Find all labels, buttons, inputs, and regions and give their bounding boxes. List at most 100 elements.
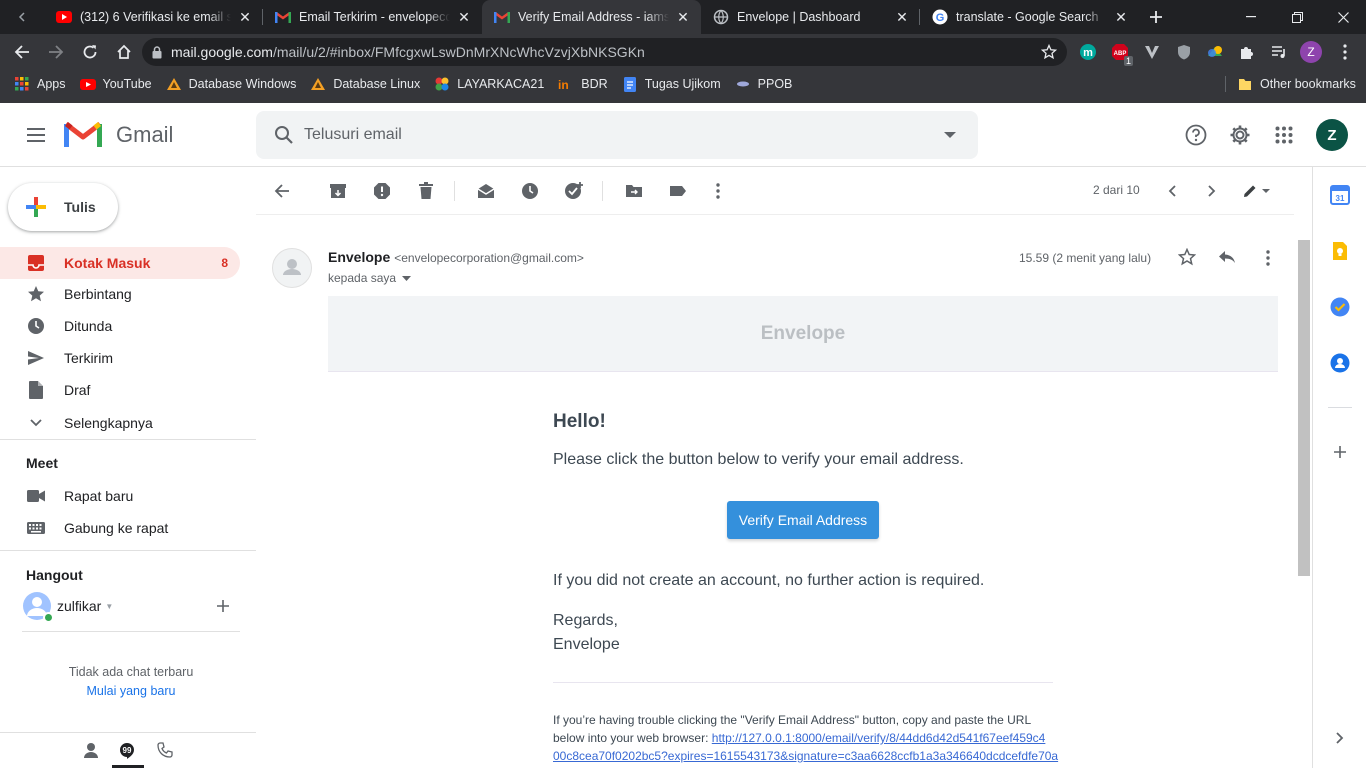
verify-url-link-cont[interactable]: 00c8cea70f0202bc5?expires=1615543173&sig… bbox=[553, 749, 1058, 763]
archive-icon[interactable] bbox=[326, 179, 350, 203]
adblock-icon[interactable]: ABP 1 bbox=[1109, 41, 1133, 66]
gmail-logo[interactable]: Gmail bbox=[64, 120, 173, 149]
bookmark-database-windows[interactable]: Database Windows bbox=[166, 76, 297, 92]
browser-tab[interactable]: (312) 6 Verifikasi ke email sen ✕ bbox=[44, 0, 263, 34]
browser-tab[interactable]: Envelope | Dashboard ✕ bbox=[701, 0, 920, 34]
browser-tab-active[interactable]: Verify Email Address - iamszlf ✕ bbox=[482, 0, 701, 34]
meet-new-meeting[interactable]: Rapat baru bbox=[0, 480, 240, 512]
bookmark-tugas-ujikom[interactable]: Tugas Ujikom bbox=[622, 76, 721, 92]
contacts-person-icon[interactable] bbox=[83, 742, 99, 758]
forward-button[interactable] bbox=[40, 36, 72, 68]
svg-text:31: 31 bbox=[1336, 194, 1345, 203]
other-bookmarks[interactable]: Other bookmarks bbox=[1237, 76, 1356, 92]
verify-url-link[interactable]: http://127.0.0.1:8000/email/verify/8/44d… bbox=[712, 731, 1046, 745]
account-avatar[interactable]: Z bbox=[1312, 115, 1352, 155]
tasks-icon[interactable] bbox=[1329, 296, 1351, 318]
message-more-icon[interactable] bbox=[1266, 250, 1270, 266]
sidebar-item-sent[interactable]: Terkirim bbox=[0, 342, 240, 374]
close-window-button[interactable] bbox=[1320, 0, 1366, 34]
label-tag-icon[interactable] bbox=[666, 179, 690, 203]
get-addons-plus-icon[interactable] bbox=[1329, 441, 1351, 463]
verify-email-button[interactable]: Verify Email Address bbox=[727, 501, 879, 539]
reload-button[interactable] bbox=[74, 36, 106, 68]
recipient-line[interactable]: kepada saya bbox=[328, 271, 412, 285]
back-to-inbox-icon[interactable] bbox=[270, 179, 294, 203]
browser-tab[interactable]: Email Terkirim - envelopecorp ✕ bbox=[263, 0, 482, 34]
hangout-user[interactable]: zulfikar ▼ bbox=[22, 591, 113, 623]
move-to-icon[interactable] bbox=[622, 179, 646, 203]
bookmark-database-linux[interactable]: Database Linux bbox=[310, 76, 420, 92]
compose-button[interactable]: Tulis bbox=[8, 183, 118, 231]
close-icon[interactable]: ✕ bbox=[675, 9, 691, 25]
minimize-button[interactable] bbox=[1228, 0, 1274, 34]
mark-unread-icon[interactable] bbox=[474, 179, 498, 203]
media-queue-icon[interactable] bbox=[1268, 41, 1290, 63]
colorful-extension-icon[interactable] bbox=[1204, 41, 1226, 63]
more-vert-icon[interactable] bbox=[706, 179, 730, 203]
report-spam-icon[interactable] bbox=[370, 179, 394, 203]
back-button[interactable] bbox=[6, 36, 38, 68]
compose-label: Tulis bbox=[64, 199, 96, 215]
sidebar-item-inbox[interactable]: Kotak Masuk 8 bbox=[0, 247, 240, 279]
scrollbar-thumb[interactable] bbox=[1298, 240, 1310, 576]
home-button[interactable] bbox=[108, 36, 140, 68]
profile-avatar[interactable]: Z bbox=[1300, 41, 1322, 63]
bookmark-ppob[interactable]: PPOB bbox=[735, 76, 792, 92]
delete-trash-icon[interactable] bbox=[414, 179, 438, 203]
close-icon[interactable]: ✕ bbox=[1113, 9, 1129, 25]
browser-menu-icon[interactable] bbox=[1334, 41, 1356, 63]
bookmark-youtube[interactable]: YouTube bbox=[79, 76, 152, 92]
shield-icon[interactable] bbox=[1173, 41, 1195, 63]
start-new-chat-link[interactable]: Mulai yang baru bbox=[0, 684, 262, 698]
help-icon[interactable] bbox=[1176, 115, 1216, 155]
main-menu-icon[interactable] bbox=[16, 115, 56, 155]
close-icon[interactable]: ✕ bbox=[237, 9, 253, 25]
extension-m-icon[interactable]: m bbox=[1077, 41, 1099, 63]
sender-name[interactable]: Envelope bbox=[328, 249, 390, 265]
vimium-icon[interactable] bbox=[1141, 41, 1163, 63]
input-tools-pencil-icon[interactable] bbox=[1238, 179, 1274, 203]
browser-tab[interactable]: G translate - Google Search ✕ bbox=[920, 0, 1139, 34]
calendar-icon[interactable]: 31 bbox=[1329, 184, 1351, 206]
bookmark-layarkaca21[interactable]: LAYARKACA21 bbox=[434, 76, 544, 92]
search-bar[interactable] bbox=[256, 111, 978, 159]
keep-icon[interactable] bbox=[1329, 240, 1351, 262]
message-time: 15.59 (2 menit yang lalu) bbox=[1019, 251, 1152, 265]
add-task-icon[interactable] bbox=[562, 179, 586, 203]
hide-panel-chevron-icon[interactable] bbox=[1329, 727, 1351, 749]
settings-gear-icon[interactable] bbox=[1220, 115, 1260, 155]
sidebar-item-starred[interactable]: Berbintang bbox=[0, 278, 240, 310]
close-icon[interactable]: ✕ bbox=[894, 9, 910, 25]
caret-down-icon[interactable] bbox=[402, 275, 412, 281]
caret-down-icon[interactable]: ▼ bbox=[105, 602, 113, 611]
search-options-icon[interactable] bbox=[944, 131, 956, 139]
phone-icon[interactable] bbox=[157, 742, 173, 758]
search-input[interactable] bbox=[304, 126, 904, 144]
email-brand-title[interactable]: Envelope bbox=[761, 323, 845, 345]
sidebar-item-snoozed[interactable]: Ditunda bbox=[0, 310, 240, 342]
contacts-icon[interactable] bbox=[1329, 352, 1351, 374]
extensions-puzzle-icon[interactable] bbox=[1236, 41, 1258, 63]
google-apps-icon[interactable] bbox=[1264, 115, 1304, 155]
sidebar-item-more[interactable]: Selengkapnya bbox=[0, 407, 240, 439]
tab-search-icon[interactable] bbox=[0, 0, 44, 34]
globe-icon bbox=[713, 9, 729, 25]
bookmark-apps[interactable]: Apps bbox=[14, 76, 66, 92]
search-icon[interactable] bbox=[274, 125, 294, 145]
restore-button[interactable] bbox=[1274, 0, 1320, 34]
new-chat-plus-icon[interactable] bbox=[216, 599, 230, 613]
bookmark-star-icon[interactable] bbox=[1041, 44, 1057, 60]
new-tab-button[interactable] bbox=[1139, 0, 1173, 34]
snooze-clock-icon[interactable] bbox=[518, 179, 542, 203]
hangouts-chat-icon[interactable]: 99 bbox=[119, 742, 135, 760]
newer-chevron-left-icon[interactable] bbox=[1160, 179, 1184, 203]
reply-icon[interactable] bbox=[1218, 250, 1236, 264]
close-icon[interactable]: ✕ bbox=[456, 9, 472, 25]
bookmark-bdr[interactable]: in BDR bbox=[558, 76, 607, 92]
address-bar[interactable]: mail.google.com/mail/u/2/#inbox/FMfcgxwL… bbox=[142, 38, 1067, 66]
older-chevron-right-icon[interactable] bbox=[1200, 179, 1224, 203]
star-message-icon[interactable] bbox=[1178, 248, 1196, 266]
bookmark-label: Database Windows bbox=[188, 77, 297, 91]
sidebar-item-drafts[interactable]: Draf bbox=[0, 374, 240, 406]
meet-join-meeting[interactable]: Gabung ke rapat bbox=[0, 512, 240, 544]
